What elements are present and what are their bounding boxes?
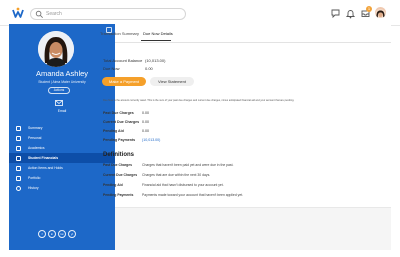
sidebar-item-action-items[interactable]: Action Items and Holds (9, 163, 115, 173)
current-due-label: Current Due Charges (103, 120, 140, 124)
search-icon (35, 10, 43, 18)
workday-logo-icon[interactable] (12, 7, 24, 19)
chat-icon[interactable] (330, 8, 341, 19)
tab-due-now-details[interactable]: Due Now Details (143, 31, 173, 36)
facebook-icon[interactable]: f (38, 230, 46, 238)
action-items-icon (16, 165, 21, 171)
due-now-note: Due Now is the amount currently owed. Th… (103, 99, 295, 102)
profile-name: Amanda Ashley (35, 69, 89, 78)
pending-payments-link[interactable]: (10,013.00) (142, 138, 160, 143)
sidebar-item-label: Portfolio (28, 175, 41, 180)
pending-payments-label: Pending Payments (103, 138, 136, 142)
current-due-value: 0.00 (142, 120, 149, 124)
social-links: f in tw yt (38, 230, 76, 238)
financials-icon (16, 155, 21, 161)
sidebar-item-label: Personal (28, 135, 42, 140)
sidebar-item-label: Academics (28, 145, 45, 150)
academics-icon (16, 145, 21, 151)
pending-aid-value: 0.00 (142, 129, 149, 133)
due-now-value: 0.00 (145, 66, 153, 71)
past-due-value: 0.00 (142, 111, 149, 115)
sidebar-item-label: Summary (28, 125, 43, 130)
total-balance-label: Total Account Balance (103, 58, 143, 63)
sidebar-item-student-financials[interactable]: Student Financials (9, 153, 115, 163)
sidebar-item-portfolio[interactable]: Portfolio (9, 173, 115, 183)
past-due-label: Past Due Charges (103, 111, 134, 115)
notification-badge: 1 (366, 6, 372, 12)
summary-icon (16, 125, 21, 131)
active-tab-indicator (141, 40, 171, 42)
email-label: Email (57, 109, 67, 113)
actions-button[interactable]: Actions (48, 87, 70, 94)
profile-sidebar: Amanda Ashley Student | Aima Mater Unive… (9, 24, 115, 250)
sidebar-item-label: History (28, 185, 39, 190)
definition-term: Past Due Charges (103, 163, 133, 167)
definition-term: Current Due Charges (103, 173, 138, 177)
twitter-icon[interactable]: tw (58, 230, 66, 238)
definition-desc: Financial aid that hasn't disbursed to y… (142, 183, 224, 187)
pending-aid-label: Pending Aid (103, 129, 124, 133)
sidebar-item-label: Student Financials (28, 155, 59, 160)
total-balance-value: (10,013.00) (145, 58, 166, 63)
tab-transaction-summary[interactable]: Transaction Summary (100, 31, 139, 36)
bell-icon[interactable] (345, 8, 356, 19)
financials-card: Transaction Summary Due Now Details (100, 24, 391, 208)
sidebar-item-history[interactable]: History (9, 183, 115, 193)
top-header: Search 1 (0, 0, 400, 26)
person-icon (16, 135, 21, 141)
sidebar-nav: Summary Personal Academics Student Finan… (9, 123, 115, 193)
linkedin-icon[interactable]: in (48, 230, 56, 238)
profile-photo (38, 31, 74, 67)
portfolio-icon (16, 175, 21, 181)
sidebar-item-academics[interactable]: Academics (9, 143, 115, 153)
user-avatar[interactable] (375, 7, 386, 18)
email-icon[interactable] (55, 100, 63, 106)
sidebar-item-personal[interactable]: Personal (9, 133, 115, 143)
view-statement-button[interactable]: View Statement (150, 77, 194, 86)
sidebar-item-label: Action Items and Holds (28, 165, 63, 170)
search-placeholder: Search (46, 11, 62, 17)
definition-term: Pending Payments (103, 193, 134, 197)
definitions-title: Definitions (103, 152, 134, 158)
history-icon (16, 185, 21, 191)
tab-bar: Transaction Summary Due Now Details (100, 24, 391, 43)
definition-desc: Payments made toward your account that h… (142, 193, 244, 197)
definition-term: Pending Aid (103, 183, 123, 187)
make-payment-button[interactable]: Make a Payment (102, 77, 146, 86)
search-input[interactable]: Search (30, 8, 186, 20)
definition-desc: Charges that are due within the next 30 … (142, 173, 211, 177)
definition-desc: Charges that haven't been paid yet and w… (142, 163, 234, 167)
profile-subtitle: Student | Aima Mater University (38, 80, 86, 84)
sidebar-item-summary[interactable]: Summary (9, 123, 115, 133)
youtube-icon[interactable]: yt (68, 230, 76, 238)
due-now-label: Due Now (103, 66, 120, 71)
